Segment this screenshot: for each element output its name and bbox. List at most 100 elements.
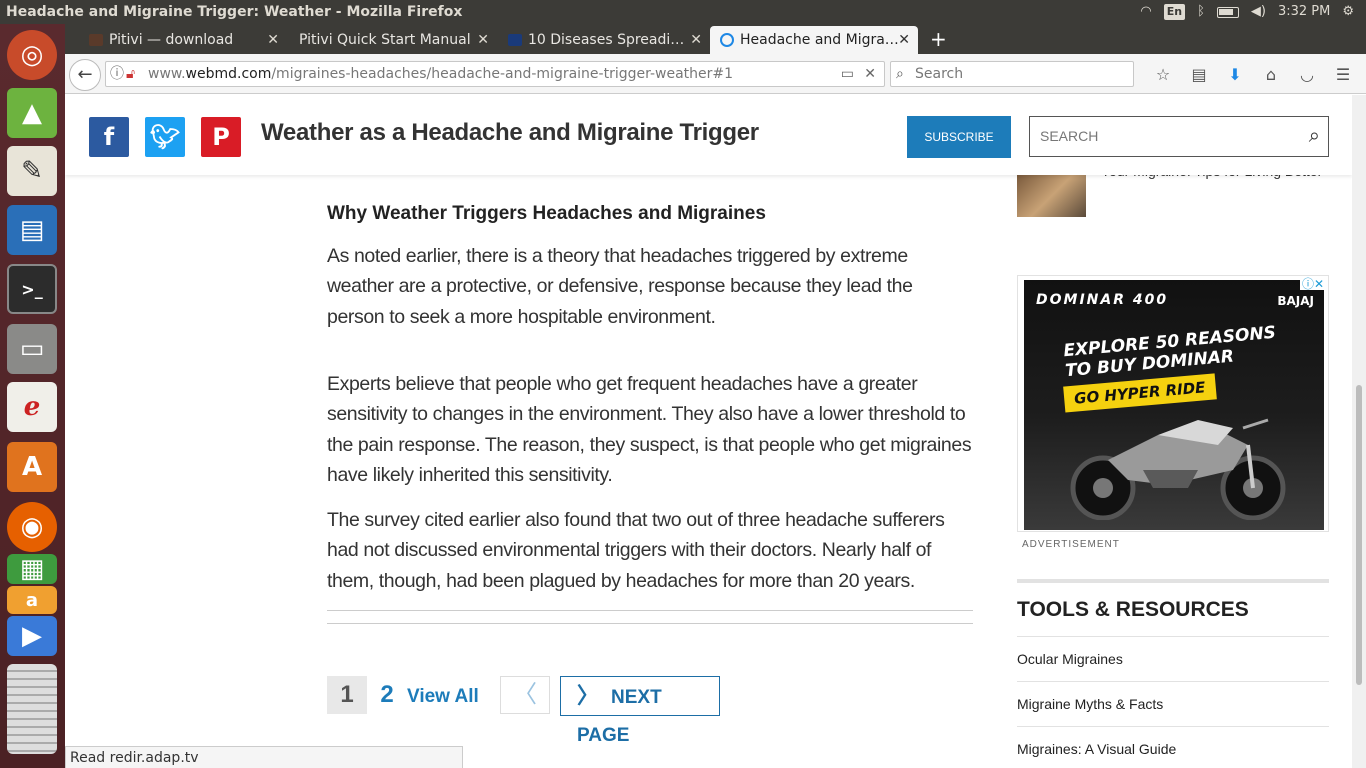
ubuntu-logo-icon[interactable]: ◎ <box>7 30 57 80</box>
view-all-link[interactable]: View All <box>407 676 479 714</box>
search-icon: ⌕ <box>896 66 904 82</box>
site-search-placeholder: SEARCH <box>1040 128 1099 144</box>
site-search-input[interactable]: SEARCH ⌕ <box>1029 116 1329 157</box>
ad-headline: EXPLORE 50 REASONS TO BUY DOMINAR <box>1063 323 1279 381</box>
battery-icon[interactable] <box>1216 6 1239 18</box>
tool-link-migraine-myths[interactable]: Migraine Myths & Facts <box>1017 681 1329 726</box>
text-line: them, though, had been plagued by headac… <box>327 569 915 592</box>
text-line: person to seek a more hospitable environ… <box>327 305 716 328</box>
text-editor-icon[interactable]: ✎ <box>7 146 57 196</box>
software-center-icon[interactable]: A <box>7 442 57 492</box>
vlc-icon[interactable]: ▶ <box>7 616 57 656</box>
downloads-icon[interactable]: ⬇ <box>1217 65 1253 84</box>
text-line: The survey cited earlier also found that… <box>327 509 945 531</box>
search-bar[interactable]: ⌕ Search <box>890 61 1134 87</box>
pocket-icon[interactable]: ◡ <box>1289 65 1325 84</box>
toolbar-icons: ☆ ▤ ⬇ ⌂ ◡ ☰ <box>1145 62 1361 86</box>
text-line: As noted earlier, there is a theory that… <box>327 245 908 267</box>
tools-resources-heading: TOOLS & RESOURCES <box>1017 598 1249 621</box>
tab-label: 10 Diseases Spreadi… <box>528 32 685 48</box>
text-line: the pain response. The reason, they susp… <box>327 433 972 456</box>
close-tab-icon[interactable]: ✕ <box>898 26 910 54</box>
page-scrollbar[interactable] <box>1352 95 1366 768</box>
libreoffice-writer-icon[interactable]: ▤ <box>7 205 57 255</box>
menu-icon[interactable]: ☰ <box>1325 65 1361 84</box>
text-line: Experts believe that people who get freq… <box>327 373 918 395</box>
divider <box>1017 579 1329 583</box>
url-text[interactable]: www.webmd.com/migraines-headaches/headac… <box>148 62 733 86</box>
stop-icon[interactable]: ✕ <box>864 62 876 86</box>
tool-link-ocular-migraines[interactable]: Ocular Migraines <box>1017 636 1329 681</box>
system-tray: ◠ En ᛒ ◀) 3:32 PM ⚙ <box>1140 0 1366 24</box>
tab-10-diseases[interactable]: 10 Diseases Spreadi… ✕ <box>506 26 710 54</box>
tab-strip: Pitivi — download ✕ Pitivi Quick Start M… <box>65 24 1366 54</box>
tool-link-visual-guide[interactable]: Migraines: A Visual Guide <box>1017 726 1329 768</box>
files-icon[interactable]: ▭ <box>7 324 57 374</box>
bluetooth-icon[interactable]: ᛒ <box>1197 0 1205 24</box>
previous-page-button[interactable]: 〈 <box>500 676 550 714</box>
tab-pitivi-manual[interactable]: Pitivi Quick Start Manual ✕ <box>277 26 497 54</box>
chevron-left-icon: 〈 <box>513 681 537 708</box>
reader-view-icon[interactable]: ▭ <box>841 62 854 86</box>
page-1-current[interactable]: 1 <box>327 676 367 714</box>
new-tab-button[interactable]: + <box>930 24 947 54</box>
web-page: Your Migraine: Tips for Living Better f … <box>65 95 1352 768</box>
tab-favicon <box>89 34 103 46</box>
clock[interactable]: 3:32 PM <box>1278 0 1330 24</box>
mixed-content-icon[interactable]: 🔓︎ <box>126 62 135 86</box>
trash-icon[interactable] <box>7 664 57 754</box>
volume-icon[interactable]: ◀) <box>1251 0 1266 24</box>
ad-maker-logo: BAJAJ <box>1277 294 1314 308</box>
twitter-share-button[interactable]: 🐦︎ <box>145 117 185 157</box>
library-icon[interactable]: ▤ <box>1181 65 1217 84</box>
document-viewer-icon[interactable]: ℯ <box>7 382 57 432</box>
firefox-icon[interactable]: ◉ <box>7 502 57 552</box>
keyboard-layout-indicator[interactable]: En <box>1163 4 1186 20</box>
text-line: sensitivity to changes in the environmen… <box>327 403 966 426</box>
motorcycle-image <box>1070 418 1286 520</box>
tab-label: Pitivi — download <box>109 32 234 48</box>
back-button[interactable]: ← <box>69 59 101 91</box>
window-title: Headache and Migraine Trigger: Weather -… <box>6 4 463 20</box>
info-icon[interactable]: ⓘ <box>110 62 124 86</box>
page-title: Weather as a Headache and Migraine Trigg… <box>261 119 759 146</box>
amazon-icon[interactable]: a <box>7 586 57 614</box>
search-placeholder: Search <box>915 66 964 82</box>
bookmark-star-icon[interactable]: ☆ <box>1145 65 1181 84</box>
ad-choices-close-icon[interactable]: ⓘ✕ <box>1299 278 1326 290</box>
loading-spinner-icon <box>720 33 734 47</box>
terminal-icon[interactable]: >_ <box>7 264 57 314</box>
promo-thumbnail[interactable] <box>1017 175 1086 217</box>
url-bar[interactable]: ⓘ 🔓︎ www.webmd.com/migraines-headaches/h… <box>105 61 885 87</box>
next-page-button[interactable]: 〉 NEXT PAGE <box>560 676 720 746</box>
divider <box>327 623 973 624</box>
pinterest-share-button[interactable]: P <box>201 117 241 157</box>
text-line: had not discussed environmental triggers… <box>327 539 932 562</box>
tab-headache-active[interactable]: Headache and Migra… ✕ <box>710 26 918 54</box>
home-icon[interactable]: ⌂ <box>1253 65 1289 84</box>
advertisement-box[interactable]: DOMINAR 400 BAJAJ EXPLORE 50 REASONS TO … <box>1017 275 1329 532</box>
page-2-link[interactable]: 2 <box>375 676 399 714</box>
android-studio-icon[interactable]: ▲ <box>7 88 57 138</box>
text-line: weather are a protective, or defensive, … <box>327 275 913 298</box>
subscribe-button[interactable]: SUBSCRIBE <box>907 116 1011 158</box>
settings-gear-icon[interactable]: ⚙ <box>1342 0 1354 24</box>
libreoffice-calc-icon[interactable]: ▦ <box>7 554 57 584</box>
close-tab-icon[interactable]: ✕ <box>477 26 489 54</box>
search-icon[interactable]: ⌕ <box>1309 117 1320 156</box>
navigation-bar: ← ⓘ 🔓︎ www.webmd.com/migraines-headaches… <box>65 54 1366 94</box>
facebook-share-button[interactable]: f <box>89 117 129 157</box>
divider <box>327 610 973 611</box>
top-panel: Headache and Migraine Trigger: Weather -… <box>0 0 1366 24</box>
wifi-icon[interactable]: ◠ <box>1140 0 1151 24</box>
status-bar: Read redir.adap.tv <box>65 746 463 768</box>
chevron-right-icon: 〉 <box>577 683 600 708</box>
scrollbar-thumb[interactable] <box>1356 385 1362 685</box>
close-tab-icon[interactable]: ✕ <box>690 26 702 54</box>
paragraph-1: As noted earlier, there is a theory that… <box>327 241 977 332</box>
tab-label: Headache and Migra… <box>740 32 899 48</box>
sticky-share-header: f 🐦︎ P Weather as a Headache and Migrain… <box>65 95 1352 175</box>
ad-image[interactable]: DOMINAR 400 BAJAJ EXPLORE 50 REASONS TO … <box>1024 280 1324 530</box>
tab-pitivi-download[interactable]: Pitivi — download ✕ <box>87 26 287 54</box>
paragraph-2: Experts believe that people who get freq… <box>327 369 977 490</box>
